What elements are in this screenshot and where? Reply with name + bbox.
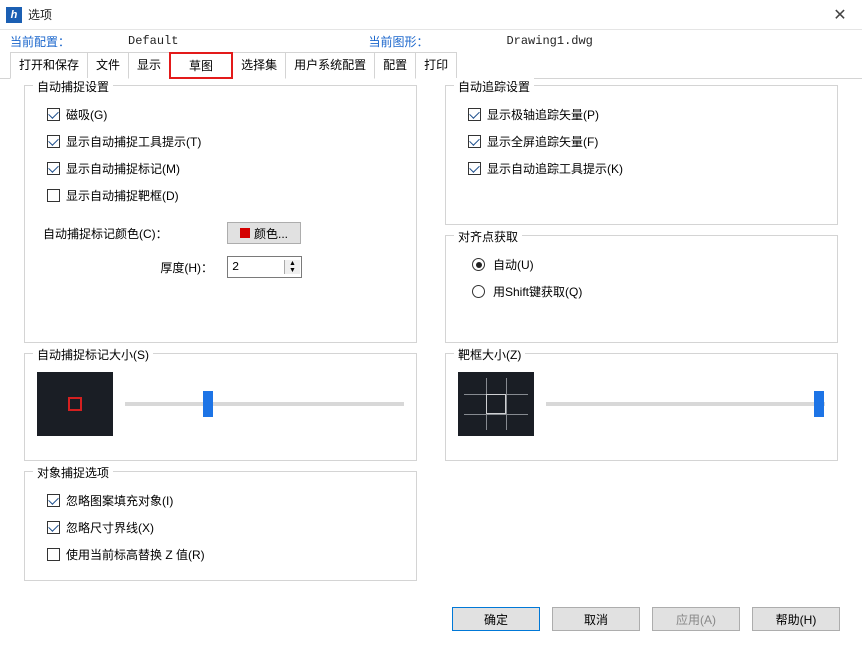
group-aperture-size-title: 靶框大小(Z) <box>454 346 525 363</box>
radio-auto-label: 自动(U) <box>493 256 534 273</box>
current-drawing-value: Drawing1.dwg <box>506 34 592 48</box>
color-button[interactable]: 颜色... <box>227 222 301 244</box>
tab-bar: 打开和保存 文件 显示 草图 选择集 用户系统配置 配置 打印 <box>0 52 862 79</box>
group-autosnap: 自动捕捉设置 磁吸(G) 显示自动捕捉工具提示(T) 显示自动捕捉标记(M) 显… <box>24 85 417 343</box>
checkbox-ignore-hatch-label: 忽略图案填充对象(I) <box>66 492 173 509</box>
button-row: 确定 取消 应用(A) 帮助(H) <box>0 597 862 643</box>
marker-preview-icon <box>68 397 82 411</box>
tab-selection[interactable]: 选择集 <box>232 52 286 79</box>
aperture-preview <box>458 372 534 436</box>
current-config-label: 当前配置： <box>10 33 70 50</box>
checkbox-marker-label: 显示自动捕捉标记(M) <box>66 160 180 177</box>
radio-auto[interactable] <box>472 258 485 271</box>
checkbox-track-tooltip[interactable] <box>468 162 481 175</box>
tab-print[interactable]: 打印 <box>415 52 457 79</box>
tab-file[interactable]: 文件 <box>87 52 129 79</box>
tab-profile[interactable]: 配置 <box>374 52 416 79</box>
group-autotrack-title: 自动追踪设置 <box>454 78 534 95</box>
ok-button[interactable]: 确定 <box>452 607 540 631</box>
group-aperture-size: 靶框大小(Z) <box>445 353 838 461</box>
checkbox-tooltip[interactable] <box>47 135 60 148</box>
config-row: 当前配置： Default 当前图形： Drawing1.dwg <box>0 30 862 52</box>
checkbox-fullscreen[interactable] <box>468 135 481 148</box>
thickness-spinner[interactable]: ▲▼ <box>227 256 302 278</box>
radio-shift[interactable] <box>472 285 485 298</box>
color-button-label: 颜色... <box>254 225 288 242</box>
spinner-down-icon[interactable]: ▼ <box>285 267 300 274</box>
checkbox-aperture[interactable] <box>47 189 60 202</box>
group-osnap-title: 对象捕捉选项 <box>33 464 113 481</box>
window-title: 选项 <box>28 6 818 23</box>
title-bar: h 选项 ✕ <box>0 0 862 30</box>
cancel-button[interactable]: 取消 <box>552 607 640 631</box>
checkbox-marker[interactable] <box>47 162 60 175</box>
aperture-preview-icon <box>486 394 506 414</box>
thickness-label: 厚度(H)： <box>43 259 213 276</box>
checkbox-ignore-hatch[interactable] <box>47 494 60 507</box>
spinner-up-icon[interactable]: ▲ <box>285 260 300 267</box>
close-button[interactable]: ✕ <box>818 0 862 30</box>
group-alignment: 对齐点获取 自动(U) 用Shift键获取(Q) <box>445 235 838 343</box>
checkbox-fullscreen-label: 显示全屏追踪矢量(F) <box>487 133 598 150</box>
group-marker-size: 自动捕捉标记大小(S) <box>24 353 417 461</box>
color-swatch-icon <box>240 228 250 238</box>
apply-button[interactable]: 应用(A) <box>652 607 740 631</box>
tab-drafting[interactable]: 草图 <box>169 52 233 79</box>
slider-thumb[interactable] <box>203 391 213 417</box>
group-alignment-title: 对齐点获取 <box>454 228 522 245</box>
tab-user-prefs[interactable]: 用户系统配置 <box>285 52 375 79</box>
thickness-input[interactable] <box>228 260 284 274</box>
tab-open-save[interactable]: 打开和保存 <box>10 52 88 79</box>
marker-preview <box>37 372 113 436</box>
group-autosnap-title: 自动捕捉设置 <box>33 78 113 95</box>
checkbox-polar[interactable] <box>468 108 481 121</box>
aperture-size-slider[interactable] <box>546 402 825 406</box>
tab-display[interactable]: 显示 <box>128 52 170 79</box>
checkbox-magnet-label: 磁吸(G) <box>66 106 107 123</box>
checkbox-magnet[interactable] <box>47 108 60 121</box>
checkbox-ignore-dim-label: 忽略尺寸界线(X) <box>66 519 154 536</box>
checkbox-replace-z[interactable] <box>47 548 60 561</box>
marker-size-slider[interactable] <box>125 402 404 406</box>
radio-shift-label: 用Shift键获取(Q) <box>493 283 582 300</box>
marker-color-label: 自动捕捉标记颜色(C)： <box>43 225 213 242</box>
checkbox-replace-z-label: 使用当前标高替换 Z 值(R) <box>66 546 205 563</box>
help-button[interactable]: 帮助(H) <box>752 607 840 631</box>
checkbox-track-tooltip-label: 显示自动追踪工具提示(K) <box>487 160 623 177</box>
checkbox-aperture-label: 显示自动捕捉靶框(D) <box>66 187 179 204</box>
group-autotrack: 自动追踪设置 显示极轴追踪矢量(P) 显示全屏追踪矢量(F) 显示自动追踪工具提… <box>445 85 838 225</box>
checkbox-polar-label: 显示极轴追踪矢量(P) <box>487 106 599 123</box>
current-drawing-label: 当前图形： <box>368 33 428 50</box>
app-icon: h <box>6 7 22 23</box>
group-marker-size-title: 自动捕捉标记大小(S) <box>33 346 153 363</box>
slider-thumb[interactable] <box>814 391 824 417</box>
current-config-value: Default <box>128 34 178 48</box>
checkbox-tooltip-label: 显示自动捕捉工具提示(T) <box>66 133 201 150</box>
group-osnap: 对象捕捉选项 忽略图案填充对象(I) 忽略尺寸界线(X) 使用当前标高替换 Z … <box>24 471 417 581</box>
checkbox-ignore-dim[interactable] <box>47 521 60 534</box>
